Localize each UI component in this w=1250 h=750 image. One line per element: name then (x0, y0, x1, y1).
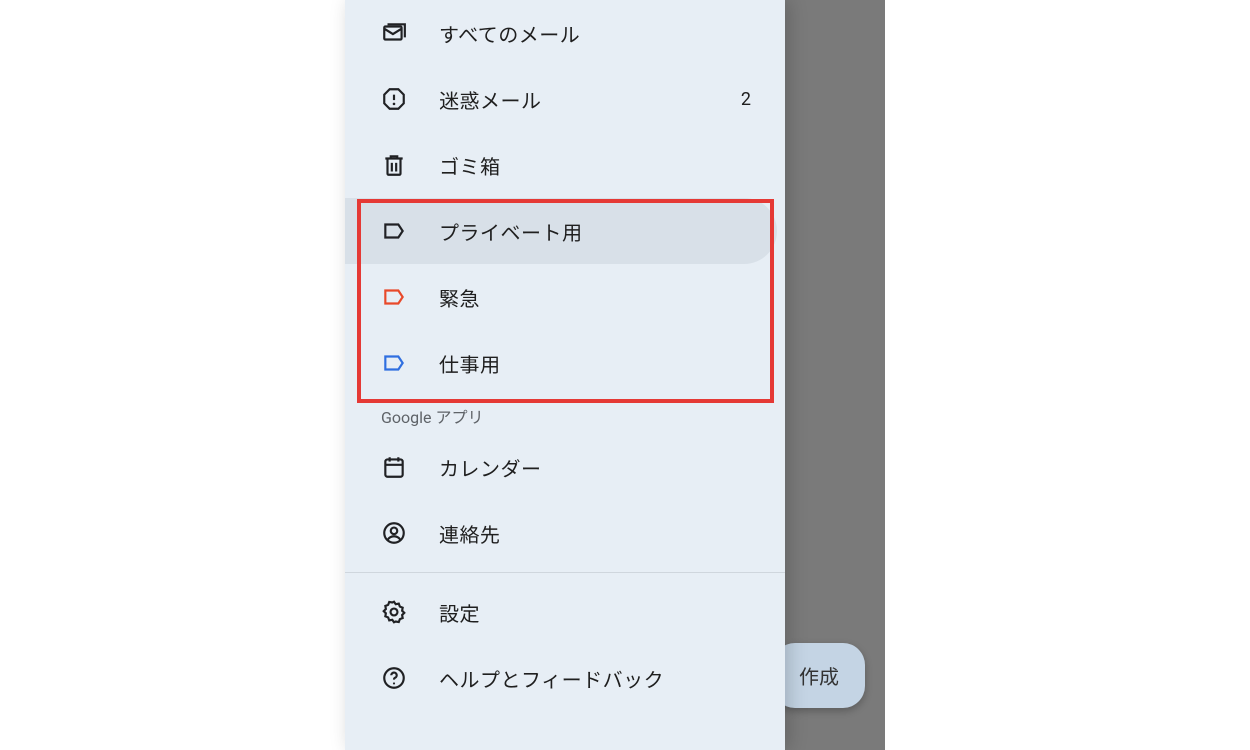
nav-label-private[interactable]: プライベート用 (345, 198, 777, 264)
nav-label: 連絡先 (439, 519, 761, 548)
nav-label: すべてのメール (439, 19, 761, 48)
nav-contacts[interactable]: 連絡先 (345, 500, 785, 566)
app-region: 作成 すべてのメール 迷惑メール (345, 0, 885, 750)
divider (345, 572, 785, 573)
nav-label: 迷惑メール (439, 85, 741, 114)
nav-spam[interactable]: 迷惑メール 2 (345, 66, 785, 132)
nav-label: 仕事用 (439, 349, 761, 378)
nav-settings[interactable]: 設定 (345, 579, 785, 645)
stacked-mail-icon (381, 20, 407, 46)
compose-button[interactable]: 作成 (773, 643, 865, 708)
nav-label: カレンダー (439, 453, 761, 482)
nav-label: プライベート用 (439, 217, 753, 246)
nav-calendar[interactable]: カレンダー (345, 434, 785, 500)
nav-help[interactable]: ヘルプとフィードバック (345, 645, 785, 711)
section-google-apps: Google アプリ (345, 396, 785, 434)
nav-label: 緊急 (439, 283, 761, 312)
label-icon (381, 350, 407, 376)
nav-label: ゴミ箱 (439, 151, 761, 180)
navigation-drawer: すべてのメール 迷惑メール 2 (345, 0, 785, 750)
label-icon (381, 218, 407, 244)
gear-icon (381, 599, 407, 625)
spam-icon (381, 86, 407, 112)
nav-label: 設定 (439, 598, 761, 627)
nav-count: 2 (741, 89, 751, 110)
trash-icon (381, 152, 407, 178)
nav-all-mail[interactable]: すべてのメール (345, 0, 785, 66)
compose-label: 作成 (799, 665, 839, 689)
label-icon (381, 284, 407, 310)
help-icon (381, 665, 407, 691)
labels-section: プライベート用緊急仕事用 (345, 198, 785, 396)
nav-label: ヘルプとフィードバック (439, 664, 761, 693)
nav-label-urgent[interactable]: 緊急 (345, 264, 785, 330)
calendar-icon (381, 454, 407, 480)
nav-trash[interactable]: ゴミ箱 (345, 132, 785, 198)
nav-label-work[interactable]: 仕事用 (345, 330, 785, 396)
contacts-icon (381, 520, 407, 546)
